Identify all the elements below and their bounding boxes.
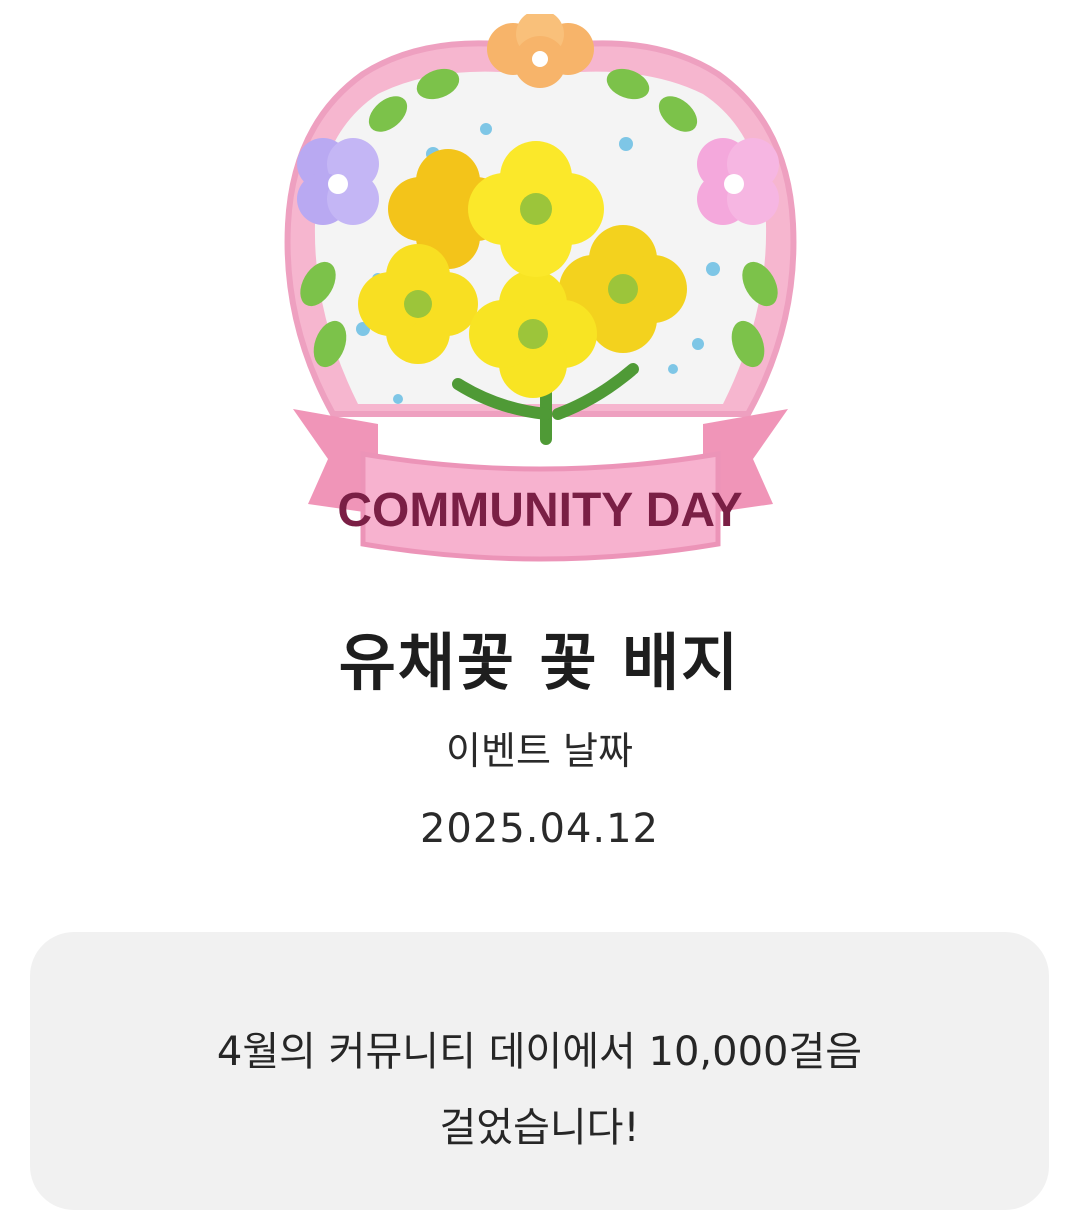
community-day-badge-image: COMMUNITY DAY — [268, 14, 813, 584]
purple-flower — [297, 138, 379, 225]
description-line-2: 걸었습니다! — [439, 1105, 640, 1151]
pink-flower — [697, 138, 779, 225]
description-line-1: 4월의 커뮤니티 데이에서 10,000걸음 — [216, 1029, 863, 1075]
badge-title: 유채꽃 꽃 배지 — [338, 626, 741, 699]
description-text: 4월의 커뮤니티 데이에서 10,000걸음 걸었습니다! — [30, 1014, 1049, 1166]
event-date-label: 이벤트 날짜 — [446, 729, 633, 773]
ribbon-text: COMMUNITY DAY — [337, 484, 742, 537]
event-date-value: 2025.04.12 — [419, 806, 660, 852]
description-card: 4월의 커뮤니티 데이에서 10,000걸음 걸었습니다! — [30, 932, 1049, 1210]
